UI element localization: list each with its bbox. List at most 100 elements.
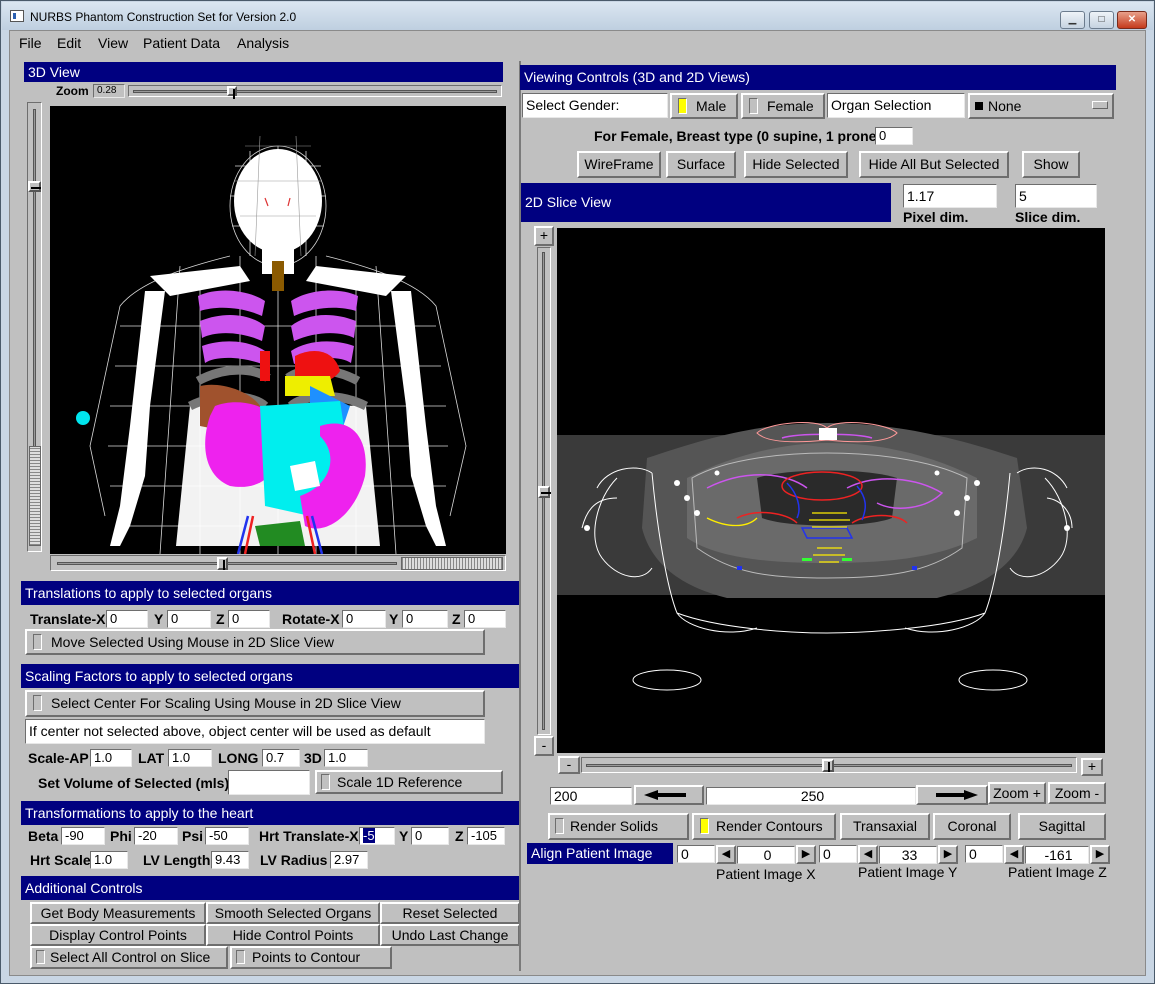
render-contours-toggle[interactable]: Render Contours	[692, 813, 836, 840]
view3d-canvas[interactable]	[50, 106, 506, 554]
patient-y-increase-button[interactable]: ▶	[938, 845, 958, 864]
zoom-slider-thumb[interactable]	[227, 86, 237, 99]
patient-y-decrease-button[interactable]: ◀	[858, 845, 878, 864]
surface-button[interactable]: Surface	[666, 151, 736, 178]
breast-type-input[interactable]: 0	[875, 127, 913, 145]
hrt-translate-x-value: -5	[363, 828, 375, 843]
rotate-z-input[interactable]: 0	[464, 610, 506, 628]
patient-image-x-field[interactable]: 0	[677, 845, 715, 863]
hide-control-points-button[interactable]: Hide Control Points	[206, 924, 380, 946]
organ-selection-menu[interactable]: None	[968, 93, 1114, 119]
view3d-vertical-slider[interactable]	[27, 102, 42, 552]
translate-x-input[interactable]: 0	[106, 610, 148, 628]
level-min-input[interactable]: 200	[550, 787, 632, 805]
hrt-y-input[interactable]: 0	[411, 827, 449, 845]
transaxial-button[interactable]: Transaxial	[840, 813, 930, 840]
volume-input[interactable]	[228, 770, 310, 795]
zoom-slider-groove	[133, 90, 497, 93]
rotate-y-input[interactable]: 0	[402, 610, 448, 628]
patient-image-y-field[interactable]: 0	[819, 845, 857, 863]
slice-dim-input[interactable]: 5	[1015, 184, 1097, 208]
hide-selected-button[interactable]: Hide Selected	[744, 151, 848, 178]
lv-length-input[interactable]: 9.43	[211, 851, 249, 869]
rotate-x-input[interactable]: 0	[342, 610, 386, 628]
patient-image-y-value[interactable]: 33	[879, 846, 937, 864]
male-toggle[interactable]: Male	[670, 93, 738, 119]
scale-lat-input[interactable]: 1.0	[168, 749, 212, 767]
zoom-slider[interactable]	[128, 85, 502, 99]
slice-up-button[interactable]: +	[534, 226, 554, 246]
menu-edit[interactable]: Edit	[57, 35, 81, 51]
psi-input[interactable]: -50	[205, 827, 249, 845]
slice-down-button[interactable]: -	[534, 736, 554, 756]
patient-z-increase-button[interactable]: ▶	[1090, 845, 1110, 864]
patient-x-increase-button[interactable]: ▶	[796, 845, 816, 864]
zoom-in-button[interactable]: Zoom +	[988, 782, 1046, 804]
move-selected-toggle[interactable]: Move Selected Using Mouse in 2D Slice Vi…	[25, 629, 485, 655]
scale-1d-reference-toggle[interactable]: Scale 1D Reference	[315, 770, 503, 794]
view3d-vslider-thumb[interactable]	[28, 181, 41, 192]
scale-long-input[interactable]: 0.7	[262, 749, 300, 767]
select-all-control-toggle[interactable]: Select All Control on Slice	[30, 946, 228, 969]
undo-last-change-button[interactable]: Undo Last Change	[380, 924, 520, 946]
slice-left-button[interactable]: -	[558, 756, 580, 774]
hrt-scale-input[interactable]: 1.0	[90, 851, 128, 869]
scale-long-label: LONG	[218, 750, 259, 766]
scale-ap-input[interactable]: 1.0	[90, 749, 132, 767]
menu-view[interactable]: View	[98, 35, 128, 51]
view3d-hslider-thumb[interactable]	[217, 557, 228, 570]
menu-patient-data[interactable]: Patient Data	[143, 35, 220, 51]
maximize-button[interactable]: □	[1089, 11, 1114, 29]
translate-y-input[interactable]: 0	[167, 610, 211, 628]
menu-file[interactable]: File	[19, 35, 42, 51]
patient-image-z-value[interactable]: -161	[1025, 846, 1089, 864]
display-control-points-button[interactable]: Display Control Points	[30, 924, 206, 946]
points-to-contour-toggle[interactable]: Points to Contour	[230, 946, 392, 969]
scale-3d-input[interactable]: 1.0	[324, 749, 368, 767]
view3d-hslider-grip[interactable]	[401, 557, 503, 570]
show-button[interactable]: Show	[1022, 151, 1080, 178]
slice2d-canvas[interactable]	[557, 228, 1105, 753]
hrt-z-input[interactable]: -105	[467, 827, 505, 845]
slice-hslider-thumb[interactable]	[822, 759, 834, 772]
hide-all-but-selected-button[interactable]: Hide All But Selected	[859, 151, 1009, 178]
lv-radius-label: LV Radius	[260, 852, 328, 868]
female-toggle[interactable]: Female	[741, 93, 825, 119]
patient-x-decrease-button[interactable]: ◀	[716, 845, 736, 864]
hrt-translate-x-input[interactable]: -5	[359, 827, 395, 845]
pixel-dim-input[interactable]: 1.17	[903, 184, 997, 208]
select-center-label: Select Center For Scaling Using Mouse in…	[51, 695, 401, 711]
slice-horizontal-slider[interactable]	[581, 757, 1077, 773]
wireframe-button[interactable]: WireFrame	[577, 151, 661, 178]
reset-selected-button[interactable]: Reset Selected	[380, 902, 520, 924]
lv-radius-input[interactable]: 2.97	[330, 851, 368, 869]
get-body-measurements-button[interactable]: Get Body Measurements	[30, 902, 206, 924]
hrt-y-label: Y	[399, 828, 409, 844]
patient-z-decrease-button[interactable]: ◀	[1004, 845, 1024, 864]
level-value-input[interactable]: 250	[706, 787, 916, 805]
patient-image-x-value[interactable]: 0	[737, 846, 795, 864]
sagittal-button[interactable]: Sagittal	[1018, 813, 1106, 840]
select-center-toggle[interactable]: Select Center For Scaling Using Mouse in…	[25, 690, 485, 717]
view3d-vslider-grip[interactable]	[29, 446, 41, 546]
phantom-3d-render	[76, 135, 467, 554]
patient-image-z-field[interactable]: 0	[965, 845, 1003, 863]
translate-z-input[interactable]: 0	[228, 610, 270, 628]
level-decrease-button[interactable]	[634, 785, 704, 805]
beta-input[interactable]: -90	[61, 827, 105, 845]
slice-right-button[interactable]: +	[1081, 758, 1103, 776]
male-label: Male	[696, 98, 727, 114]
slice-vertical-slider[interactable]	[537, 247, 551, 735]
menu-analysis[interactable]: Analysis	[237, 35, 289, 51]
slice-vslider-thumb[interactable]	[538, 486, 551, 498]
level-increase-button[interactable]	[916, 785, 988, 805]
smooth-selected-organs-button[interactable]: Smooth Selected Organs	[206, 902, 380, 924]
view3d-horizontal-slider[interactable]	[50, 555, 506, 571]
render-solids-toggle[interactable]: Render Solids	[548, 813, 689, 840]
phi-input[interactable]: -20	[134, 827, 178, 845]
hrt-z-label: Z	[455, 828, 464, 844]
zoom-out-button[interactable]: Zoom -	[1048, 782, 1106, 804]
coronal-button[interactable]: Coronal	[933, 813, 1011, 840]
close-button[interactable]: ✕	[1117, 11, 1147, 29]
minimize-button[interactable]: ▁	[1060, 11, 1085, 29]
